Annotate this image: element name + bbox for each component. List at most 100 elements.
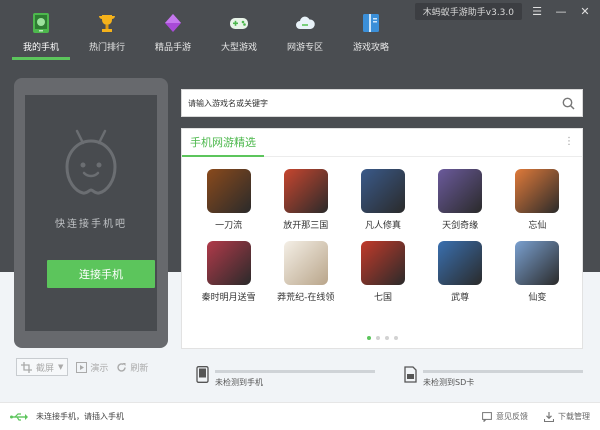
gamepad-icon: [228, 12, 250, 34]
panel-title-tab[interactable]: 手机网游精选: [182, 129, 264, 157]
guide-book-icon: [360, 12, 382, 34]
menu-icon[interactable]: ☰: [528, 2, 546, 20]
cloud-icon: [294, 12, 316, 34]
game-name: 莽荒纪-在线领: [277, 293, 335, 303]
search-box: [181, 89, 583, 117]
phone-status: 未检测到手机: [196, 366, 375, 388]
demo-button[interactable]: 演示: [76, 361, 108, 374]
phone-toolbar: 截屏 ▼ 演示 刷新: [16, 358, 148, 376]
game-name: 天剑奇缘: [442, 221, 479, 231]
game-icon: [438, 169, 483, 213]
mascot-icon: [65, 129, 117, 195]
play-icon: [76, 361, 88, 373]
page-dot[interactable]: [384, 336, 389, 340]
nav-label: 热门排行: [88, 43, 125, 53]
refresh-button[interactable]: 刷新: [116, 361, 148, 374]
minimize-icon[interactable]: —: [552, 2, 570, 20]
game-name: 秦时明月送雪: [201, 293, 256, 303]
refresh-icon: [117, 362, 127, 372]
search-button[interactable]: [554, 90, 582, 116]
refresh-label: 刷新: [130, 363, 149, 374]
game-icon: [438, 241, 483, 285]
featured-games-panel: 手机网游精选 ⋮ 一刀流 放开那三国 凡人修真 天剑奇缘 忘仙秦时明月送雪 莽荒纪-在线领…: [181, 128, 583, 349]
game-item[interactable]: 一刀流: [190, 169, 267, 231]
nav-large-games[interactable]: 大型游戏: [206, 8, 272, 58]
game-name: 放开那三国: [283, 221, 329, 231]
crop-icon: [21, 361, 32, 373]
phone-status-bar: [215, 370, 375, 373]
game-item[interactable]: 忘仙: [499, 169, 576, 231]
chevron-down-icon[interactable]: ▼: [58, 363, 63, 371]
game-name: 七国: [373, 293, 392, 303]
nav-hot-rank[interactable]: 热门排行: [74, 8, 140, 58]
nav-premium-games[interactable]: 精品手游: [140, 8, 206, 58]
panel-header: 手机网游精选 ⋮: [182, 129, 582, 157]
nav-label: 网游专区: [286, 43, 323, 53]
download-manager-link[interactable]: 下载管理: [544, 411, 590, 422]
close-icon[interactable]: ✕: [576, 2, 594, 20]
game-item[interactable]: 莽荒纪-在线领: [267, 241, 344, 303]
game-item[interactable]: 天剑奇缘: [422, 169, 499, 231]
sd-card-icon: [404, 366, 417, 383]
game-name: 凡人修真: [364, 221, 401, 231]
nav-label: 大型游戏: [220, 43, 257, 53]
page-dot[interactable]: [366, 336, 371, 340]
nav-label: 精品手游: [154, 43, 191, 53]
connect-phone-button[interactable]: 连接手机: [47, 260, 155, 288]
game-item[interactable]: 放开那三国: [267, 169, 344, 231]
game-icon: [515, 169, 560, 213]
main-nav: 我的手机 热门排行 精品手游 大型游戏 网游专区 游戏攻略: [8, 8, 404, 60]
game-icon: [283, 169, 328, 213]
game-name: 武尊: [451, 293, 470, 303]
nav-my-phone[interactable]: 我的手机: [8, 8, 74, 60]
screenshot-label: 截屏: [36, 363, 55, 374]
nav-online-zone[interactable]: 网游专区: [272, 8, 338, 58]
game-icon: [206, 241, 251, 285]
nav-game-guides[interactable]: 游戏攻略: [338, 8, 404, 58]
sd-status-bar: [423, 370, 583, 373]
game-icon: [206, 169, 251, 213]
pagination-dots: [182, 336, 582, 340]
game-item[interactable]: 凡人修真: [344, 169, 421, 231]
app-version: 木蚂蚁手游助手v3.3.0: [414, 2, 522, 20]
sd-status-text: 未检测到SD卡: [423, 378, 475, 387]
phone-status-text: 未检测到手机: [215, 378, 263, 387]
nav-label: 我的手机: [22, 43, 59, 53]
footer-bar: 未连接手机，请插入手机 意见反馈 下载管理: [0, 402, 600, 430]
download-icon: [544, 411, 554, 422]
page-dot[interactable]: [393, 336, 398, 340]
game-item[interactable]: 秦时明月送雪: [190, 241, 267, 303]
game-item[interactable]: 七国: [344, 241, 421, 303]
game-name: 仙变: [528, 293, 547, 303]
feedback-label: 意见反馈: [496, 412, 528, 421]
title-bar: 木蚂蚁手游助手v3.3.0 ☰ — ✕: [414, 0, 600, 22]
phone-connect-tip: 快连接手机吧: [55, 219, 127, 230]
diamond-icon: [162, 12, 184, 34]
game-icon: [360, 241, 405, 285]
search-icon: [562, 97, 575, 110]
game-item[interactable]: 武尊: [422, 241, 499, 303]
phone-screen: 快连接手机吧 连接手机: [25, 95, 157, 331]
game-icon: [360, 169, 405, 213]
search-input[interactable]: [182, 90, 554, 116]
phone-device-icon: [196, 366, 209, 383]
screenshot-button[interactable]: 截屏 ▼: [16, 358, 69, 376]
page-dot[interactable]: [375, 336, 380, 340]
download-label: 下载管理: [558, 412, 590, 421]
game-name: 一刀流: [215, 221, 243, 231]
game-item[interactable]: 仙变: [499, 241, 576, 303]
game-icon: [515, 241, 560, 285]
android-phone-icon: [30, 12, 52, 34]
game-icon: [283, 241, 328, 285]
more-options-icon[interactable]: ⋮: [564, 136, 574, 147]
connection-status-text: 未连接手机，请插入手机: [36, 412, 124, 421]
feedback-icon: [482, 411, 492, 422]
usb-icon: [10, 412, 28, 421]
nav-label: 游戏攻略: [352, 43, 389, 53]
demo-label: 演示: [90, 363, 109, 374]
trophy-icon: [96, 12, 118, 34]
feedback-link[interactable]: 意见反馈: [482, 411, 528, 422]
game-name: 忘仙: [528, 221, 547, 231]
phone-illustration: 快连接手机吧 连接手机: [14, 78, 168, 348]
game-grid: 一刀流 放开那三国 凡人修真 天剑奇缘 忘仙秦时明月送雪 莽荒纪-在线领 七国 武尊 仙变: [190, 169, 576, 303]
